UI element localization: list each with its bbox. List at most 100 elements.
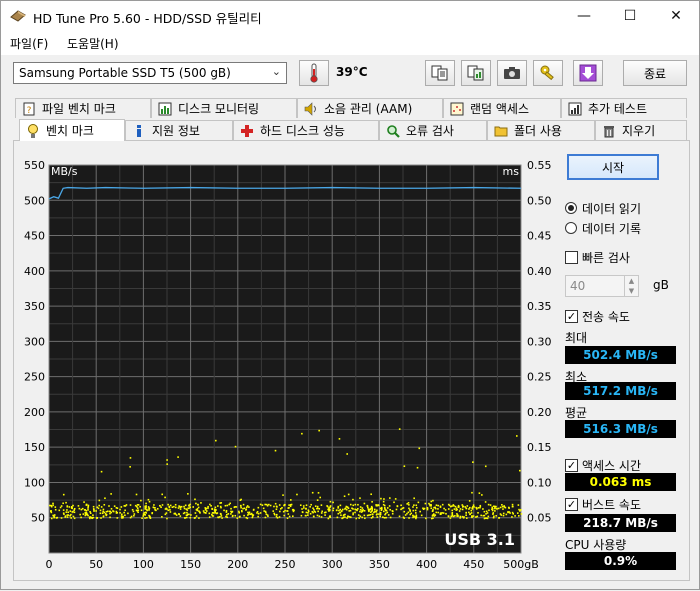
- access-time-point: [97, 507, 100, 510]
- transfer-rate-checkbox[interactable]: ✓: [565, 310, 578, 323]
- tab-extra-tests[interactable]: 추가 테스트: [561, 98, 687, 118]
- maximize-button[interactable]: ☐: [607, 1, 653, 31]
- access-time-point: [166, 517, 168, 520]
- access-time-point: [209, 503, 211, 506]
- access-time-point: [140, 499, 142, 502]
- read-label: 데이터 읽기: [582, 202, 642, 216]
- access-time-point: [477, 506, 480, 509]
- write-radio[interactable]: [565, 222, 577, 234]
- access-time-point: [149, 517, 152, 520]
- stepper-up-icon[interactable]: ▲: [624, 276, 638, 286]
- close-button[interactable]: ✕: [653, 1, 699, 31]
- y-left-tick-label: 550: [24, 159, 45, 172]
- save-button[interactable]: [573, 60, 603, 86]
- access-time-checkbox[interactable]: ✓: [565, 459, 578, 472]
- access-time-point: [384, 512, 387, 515]
- access-time-point: [88, 516, 91, 518]
- cpu-usage-value: 0.9%: [565, 552, 676, 570]
- access-time-point: [484, 501, 487, 503]
- access-time-point: [120, 515, 123, 517]
- access-time-point: [70, 517, 73, 519]
- access-time-point: [92, 508, 95, 510]
- access-time-point: [494, 507, 496, 509]
- access-time-point: [449, 517, 452, 519]
- start-button[interactable]: 시작: [567, 154, 659, 180]
- access-time-point: [296, 493, 298, 496]
- access-time-point: [179, 515, 182, 517]
- access-time-point: [119, 512, 121, 514]
- read-radio[interactable]: [565, 202, 577, 214]
- access-time-point: [465, 517, 468, 519]
- access-time-point: [370, 493, 372, 496]
- access-time-point: [470, 512, 473, 514]
- y-right-tick-label: 0.55: [527, 159, 552, 172]
- access-time-point: [413, 497, 415, 500]
- access-time-point: [376, 516, 379, 518]
- access-time-point: [409, 509, 411, 511]
- access-time-point: [379, 511, 382, 514]
- access-time-point: [161, 504, 164, 506]
- access-time-point: [359, 497, 361, 499]
- access-time-point: [143, 512, 146, 514]
- access-time-point: [519, 510, 521, 512]
- access-time-point: [180, 505, 183, 508]
- access-time-point: [174, 503, 177, 506]
- quick-scan-checkbox[interactable]: [565, 251, 578, 264]
- access-time-point: [167, 509, 170, 512]
- access-time-point: [279, 510, 281, 513]
- access-time-point: [217, 516, 219, 519]
- access-time-point: [332, 509, 334, 512]
- minimize-button[interactable]: —: [561, 1, 607, 31]
- access-time-point: [147, 498, 150, 501]
- access-time-point: [73, 507, 76, 510]
- access-time-point: [310, 503, 312, 506]
- access-time-point: [147, 506, 150, 508]
- tab-benchmark[interactable]: 벤치 마크: [19, 119, 125, 141]
- access-time-point: [262, 507, 265, 510]
- access-time-point: [391, 510, 394, 512]
- y-right-tick-label: 0.35: [527, 300, 552, 313]
- access-time-point: [459, 515, 462, 518]
- access-time-point: [112, 510, 114, 512]
- access-time-point: [511, 516, 513, 518]
- access-time-point: [454, 505, 457, 508]
- exit-button[interactable]: 종료: [623, 60, 687, 86]
- access-time-point: [200, 502, 202, 504]
- access-time-point: [316, 505, 319, 508]
- access-time-point: [58, 509, 61, 512]
- access-time-point: [511, 503, 514, 506]
- access-time-point: [471, 515, 473, 517]
- access-time-point: [84, 514, 87, 517]
- access-time-point: [144, 517, 146, 519]
- access-time-point: [79, 513, 81, 516]
- access-time-point: [486, 512, 489, 514]
- access-time-point: [220, 515, 223, 517]
- access-time-point: [380, 497, 382, 500]
- access-time-point: [89, 512, 92, 515]
- access-time-point: [276, 517, 279, 519]
- access-time-point: [408, 507, 410, 510]
- access-time-point: [273, 505, 275, 508]
- stepper-down-icon[interactable]: ▼: [624, 286, 638, 296]
- quick-scan-value: 40: [570, 279, 586, 293]
- y-right-tick-label: 0.25: [527, 371, 552, 384]
- access-time-point: [346, 506, 349, 509]
- access-time-point: [377, 504, 380, 507]
- access-time-point: [336, 516, 339, 519]
- access-time-point: [133, 513, 136, 515]
- access-time-point: [121, 513, 123, 516]
- access-time-point: [468, 500, 471, 502]
- access-time-point: [433, 515, 436, 517]
- access-time-point: [465, 511, 468, 514]
- access-time-point: [228, 503, 230, 506]
- burst-rate-checkbox[interactable]: ✓: [565, 498, 578, 511]
- access-time-point: [252, 509, 255, 511]
- tab-erase[interactable]: 지우기: [595, 120, 687, 140]
- access-time-point: [156, 508, 159, 510]
- access-time-point: [66, 516, 69, 518]
- access-time-point: [282, 510, 285, 513]
- quick-scan-stepper[interactable]: 40 ▲ ▼: [565, 275, 639, 297]
- access-time-point: [211, 512, 214, 514]
- access-time-point: [274, 502, 277, 505]
- access-time-point: [415, 506, 418, 509]
